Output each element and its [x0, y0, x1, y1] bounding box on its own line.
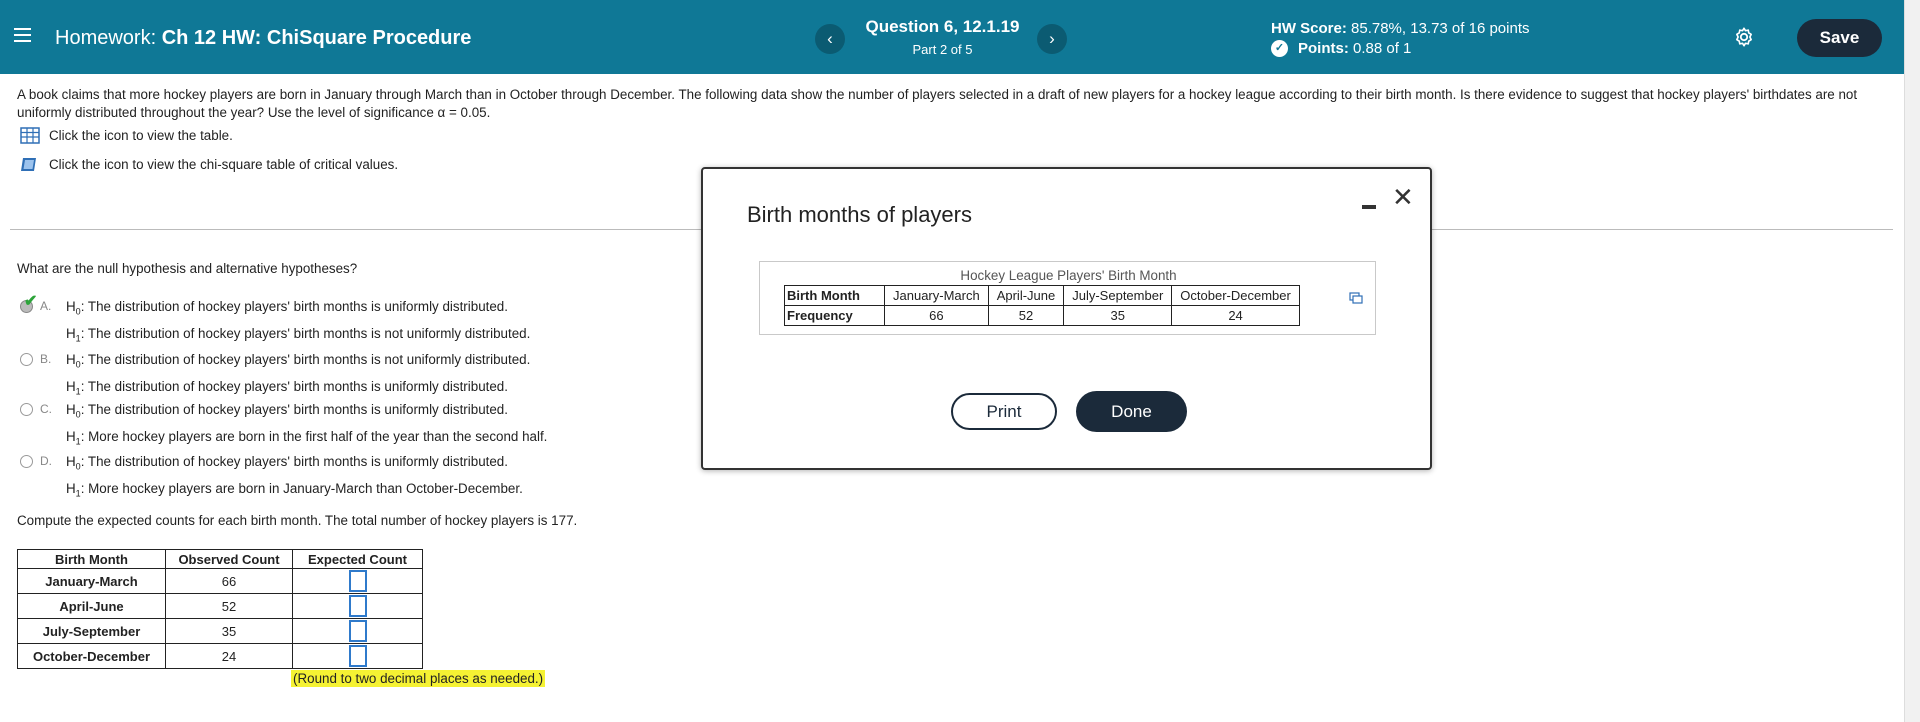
- choice-a-null: H0: The distribution of hockey players' …: [66, 299, 508, 317]
- settings-gear-icon[interactable]: [1733, 26, 1755, 48]
- table-row: April-June 52: [17, 593, 423, 619]
- choice-c-null: H0: The distribution of hockey players' …: [66, 402, 508, 420]
- vertical-scrollbar[interactable]: [1904, 0, 1920, 722]
- choice-a-letter: A.: [40, 299, 52, 313]
- month-cell: October-December: [17, 643, 166, 669]
- view-chi-square-text[interactable]: Click the icon to view the chi-square ta…: [49, 157, 398, 172]
- month-cell: July-September: [17, 618, 166, 644]
- frequency-table-frame: Hockey League Players' Birth Month Birth…: [759, 261, 1376, 335]
- frequency-cell: 24: [1171, 305, 1300, 326]
- choice-c-alt: H1: More hockey players are born in the …: [66, 428, 548, 447]
- rounding-hint: (Round to two decimal places as needed.): [291, 670, 546, 687]
- table-icon[interactable]: [20, 127, 40, 144]
- table-caption: Hockey League Players' Birth Month: [960, 268, 1177, 283]
- points-label: Points:: [1298, 40, 1349, 57]
- question-info: Question 6, 12.1.19 Part 2 of 5: [855, 17, 1030, 57]
- expected-cell: [292, 618, 423, 644]
- points: ✓ Points: 0.88 of 1: [1271, 40, 1411, 57]
- choice-a-alt: H1: The distribution of hockey players' …: [66, 325, 531, 344]
- row-label-birth-month: Birth Month: [784, 285, 885, 306]
- header-expected-count: Expected Count: [292, 549, 423, 569]
- book-icon[interactable]: [20, 156, 40, 173]
- hypothesis-prompt: What are the null hypothesis and alterna…: [17, 261, 358, 276]
- next-question-button[interactable]: ›: [1037, 24, 1067, 54]
- partial-credit-icon: ✓: [1271, 40, 1288, 57]
- row-label-frequency: Frequency: [784, 305, 885, 326]
- month-cell: April-June: [17, 593, 166, 619]
- view-table-text[interactable]: Click the icon to view the table.: [49, 128, 233, 143]
- done-button[interactable]: Done: [1076, 391, 1187, 432]
- table-row: July-September 35: [17, 618, 423, 644]
- choice-c-radio[interactable]: [20, 403, 33, 416]
- view-chi-square-link[interactable]: Click the icon to view the chi-square ta…: [20, 156, 398, 173]
- expected-cell: [292, 568, 423, 594]
- top-bar: Homework: Ch 12 HW: ChiSquare Procedure …: [0, 0, 1904, 74]
- header-birth-month: Birth Month: [17, 549, 166, 569]
- print-button[interactable]: Print: [951, 393, 1057, 430]
- title-text: Ch 12 HW: ChiSquare Procedure: [161, 27, 472, 49]
- expected-count-input[interactable]: [348, 620, 367, 642]
- table-row: October-December 24: [17, 643, 423, 669]
- choice-c-letter: C.: [40, 402, 52, 416]
- observed-cell: 24: [165, 643, 293, 669]
- frequency-cell: 66: [884, 305, 989, 326]
- previous-question-button[interactable]: ‹: [815, 24, 845, 54]
- question-part: Part 2 of 5: [912, 42, 973, 57]
- choice-d-radio[interactable]: [20, 455, 33, 468]
- expected-count-input[interactable]: [348, 645, 367, 667]
- month-header: April-June: [987, 285, 1065, 306]
- hw-score-label: HW Score:: [1271, 20, 1347, 37]
- points-value: 0.88 of 1: [1353, 40, 1412, 57]
- expected-count-table: Birth Month Observed Count Expected Coun…: [17, 549, 423, 669]
- hw-score-value: 85.78%, 13.73 of 16 points: [1351, 20, 1530, 37]
- title-prefix: Homework:: [55, 27, 157, 49]
- birth-months-dialog: Birth months of players ✕ Hockey League …: [701, 167, 1432, 470]
- expected-cell: [292, 593, 423, 619]
- month-header: January-March: [884, 285, 989, 306]
- header-observed-count: Observed Count: [165, 549, 293, 569]
- correct-check-icon: ✔: [24, 293, 38, 310]
- frequency-cell: 52: [987, 305, 1065, 326]
- copy-table-icon[interactable]: [1349, 292, 1363, 304]
- observed-cell: 35: [165, 618, 293, 644]
- minimize-icon[interactable]: [1362, 205, 1376, 209]
- expected-cell: [292, 643, 423, 669]
- save-button[interactable]: Save: [1797, 19, 1882, 57]
- hw-score: HW Score: 85.78%, 13.73 of 16 points: [1271, 20, 1530, 37]
- compute-prompt: Compute the expected counts for each bir…: [17, 513, 578, 528]
- choice-b-letter: B.: [40, 352, 52, 366]
- choice-d-letter: D.: [40, 454, 52, 468]
- frequency-cell: 35: [1063, 305, 1173, 326]
- expected-count-input[interactable]: [348, 570, 367, 592]
- hamburger-menu-icon[interactable]: [14, 28, 31, 42]
- assignment-title: Homework: Ch 12 HW: ChiSquare Procedure: [55, 27, 471, 50]
- month-header: July-September: [1063, 285, 1173, 306]
- observed-cell: 66: [165, 568, 293, 594]
- table-row: January-March 66: [17, 568, 423, 594]
- month-cell: January-March: [17, 568, 166, 594]
- month-header: October-December: [1171, 285, 1300, 306]
- choice-b-null: H0: The distribution of hockey players' …: [66, 352, 531, 370]
- question-intro: A book claims that more hockey players a…: [17, 87, 1858, 120]
- frequency-table: Birth Month January-March April-June Jul…: [784, 285, 1300, 326]
- choice-d-alt: H1: More hockey players are born in Janu…: [66, 480, 523, 499]
- dialog-title: Birth months of players: [747, 202, 972, 227]
- choice-d-null: H0: The distribution of hockey players' …: [66, 454, 508, 472]
- choice-b-radio[interactable]: [20, 353, 33, 366]
- view-table-link[interactable]: Click the icon to view the table.: [20, 127, 233, 144]
- question-number: Question 6, 12.1.19: [865, 17, 1020, 36]
- observed-cell: 52: [165, 593, 293, 619]
- expected-count-input[interactable]: [348, 595, 367, 617]
- close-icon[interactable]: ✕: [1392, 182, 1414, 213]
